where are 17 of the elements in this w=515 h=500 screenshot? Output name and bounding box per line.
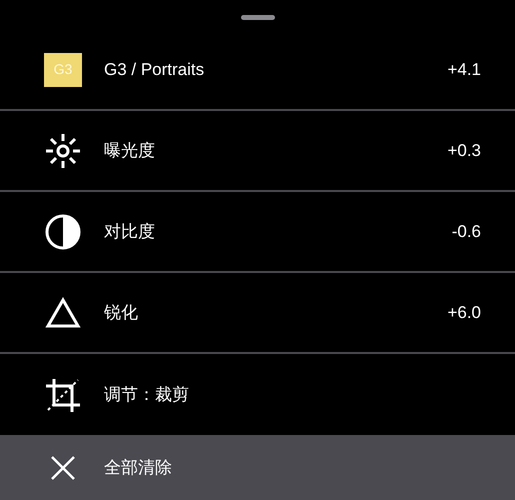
drag-handle[interactable] [240, 15, 274, 20]
adjustment-label: 曝光度 [104, 140, 155, 160]
adjustment-label: 对比度 [104, 222, 155, 241]
adjustment-value: +6.0 [447, 302, 481, 324]
filter-badge: G3 [44, 52, 82, 86]
contrast-icon [45, 214, 81, 250]
adjustment-label: 锐化 [104, 302, 138, 322]
sun-icon [45, 132, 81, 168]
close-icon [50, 454, 76, 480]
adjustment-value: -0.6 [452, 220, 481, 243]
clear-all-button[interactable]: 全部清除 [0, 435, 515, 500]
adjustment-value: +0.3 [447, 140, 481, 162]
adjustment-label: 调节：裁剪 [104, 384, 189, 404]
adjustment-label: G3 / Portraits [104, 60, 204, 79]
triangle-icon [45, 296, 81, 328]
adjustment-value: +4.1 [447, 58, 481, 81]
crop-icon [45, 376, 81, 412]
